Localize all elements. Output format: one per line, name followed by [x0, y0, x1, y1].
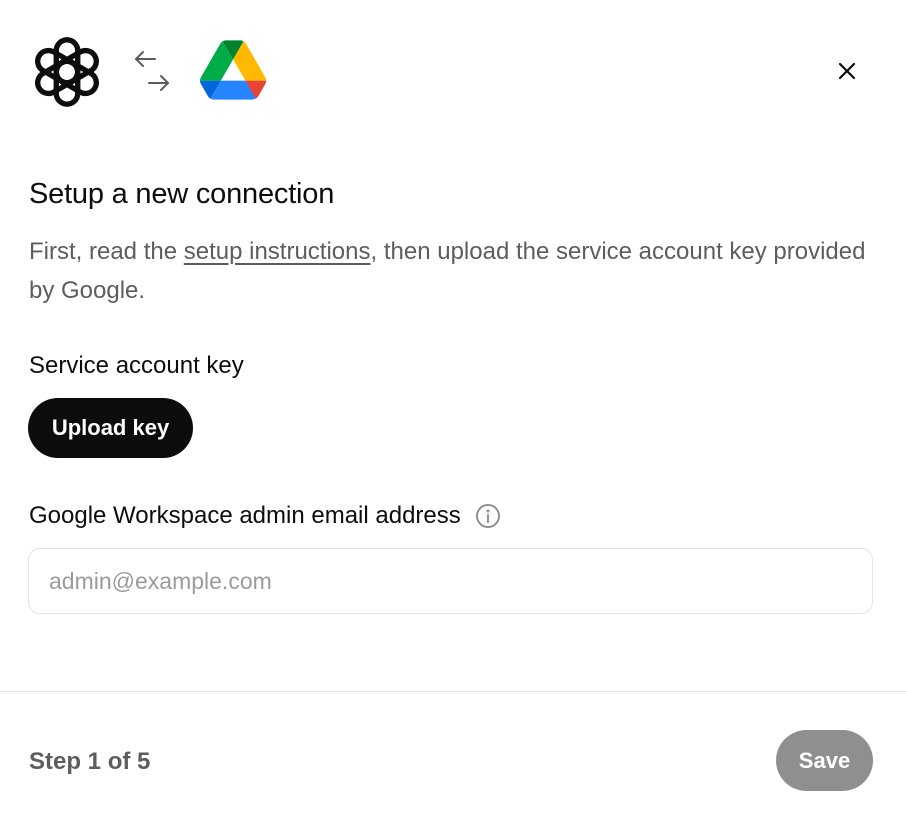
admin-email-label: Google Workspace admin email address [29, 502, 461, 529]
admin-email-label-row: Google Workspace admin email address [29, 502, 501, 530]
save-button[interactable]: Save [776, 730, 873, 791]
setup-instructions-link[interactable]: setup instructions [184, 238, 371, 265]
openai-logo-icon [35, 37, 99, 107]
setup-connection-dialog: Setup a new connection First, read the s… [0, 0, 906, 818]
footer-divider [0, 691, 906, 692]
info-icon[interactable] [475, 503, 501, 529]
header-logos [28, 32, 266, 112]
close-button[interactable] [830, 54, 864, 88]
arrows-swap-icon [135, 51, 169, 91]
admin-email-input[interactable] [28, 548, 873, 614]
description-text-start: First, read the [29, 238, 184, 265]
close-icon [838, 62, 856, 80]
step-indicator: Step 1 of 5 [29, 748, 151, 775]
setup-description: First, read the setup instructions, then… [29, 232, 869, 310]
service-account-key-label: Service account key [29, 352, 244, 379]
dialog-title: Setup a new connection [29, 178, 335, 210]
upload-key-button[interactable]: Upload key [28, 398, 193, 458]
google-drive-logo-icon [200, 40, 266, 100]
